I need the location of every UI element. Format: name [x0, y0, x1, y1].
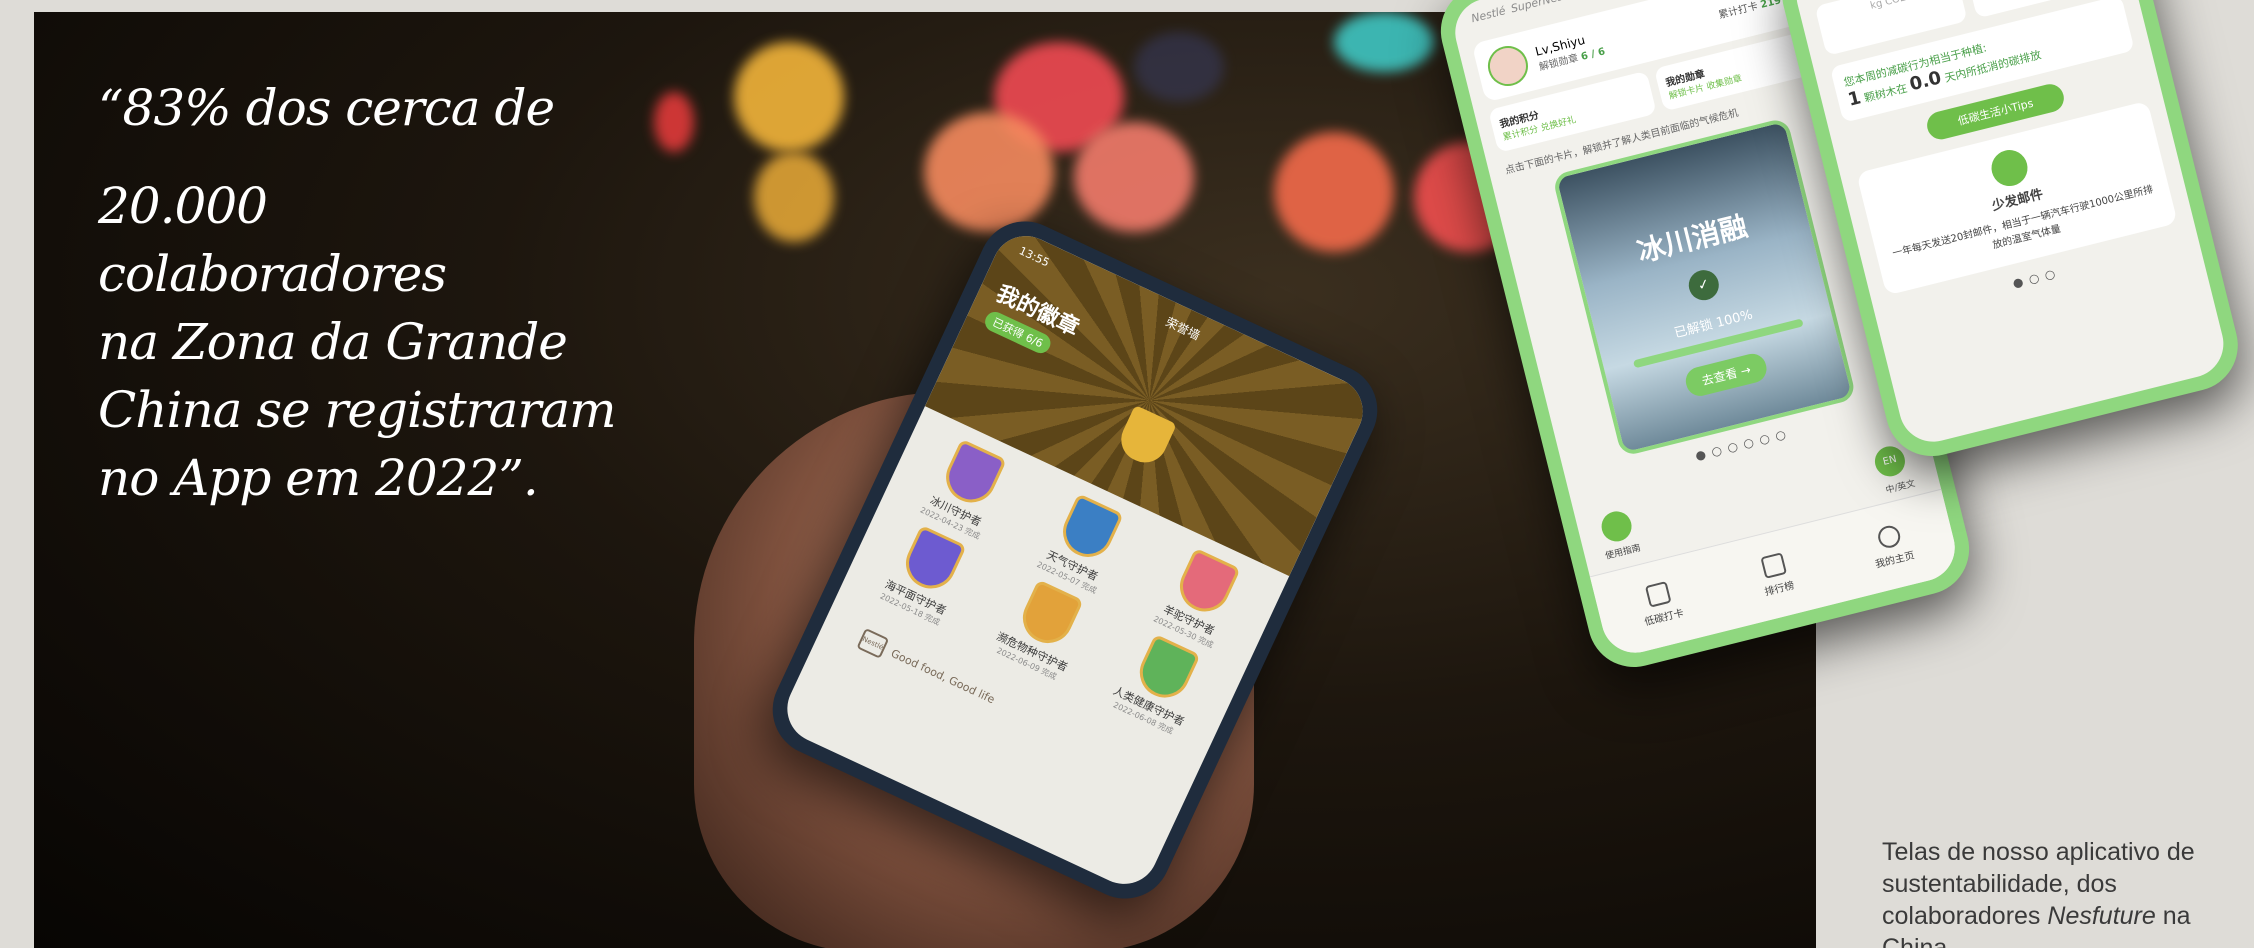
guide-button[interactable]: 使用指南 [1595, 508, 1642, 562]
bokeh-light [1334, 12, 1434, 72]
unlock-value: 6 / 6 [1579, 45, 1607, 63]
mail-icon [1987, 146, 2032, 190]
tip-card: 少发邮件 一年每天发送20封邮件，相当于一辆汽车行驶1000公里所排放的温室气体… [1856, 100, 2178, 296]
bokeh-light [924, 112, 1054, 232]
tab-checkin[interactable]: 低碳打卡 [1636, 579, 1685, 628]
tab-label: 排行榜 [1763, 580, 1796, 599]
quote-line: no App em 2022”. [98, 449, 539, 507]
language-button[interactable]: EN [1871, 443, 1909, 480]
quote-text: “83% dos cerca de 20.000 colaboradores n… [98, 74, 618, 512]
bokeh-light [754, 152, 834, 242]
bokeh-light [1134, 32, 1224, 102]
nestle-logo: Nestlé [1469, 4, 1507, 26]
quote-line: na Zona da Grande [98, 313, 568, 371]
caption-italic: Nesfuture [2047, 902, 2156, 930]
bokeh-light [734, 42, 844, 152]
checkin-label: 累计打卡 [1717, 0, 1759, 21]
tab-label: 我的主页 [1874, 550, 1916, 571]
caption: Telas de nosso aplicativo de sustentabil… [1882, 836, 2222, 948]
quote-line: China se registraram [98, 381, 617, 439]
co2-unit: kg CO2 [1869, 0, 1908, 12]
trophy-icon [1114, 404, 1177, 470]
guide-icon [1598, 508, 1635, 545]
language-label: 中/英文 [1884, 479, 1917, 497]
tab-profile[interactable]: 我的主页 [1867, 521, 1916, 571]
tab-ranking[interactable]: 排行榜 [1756, 551, 1796, 599]
bokeh-light [1274, 132, 1394, 252]
check-icon: ✓ [1685, 266, 1722, 304]
checkin-icon [1644, 581, 1672, 608]
user-icon [1875, 523, 1903, 551]
tab-label: 低碳打卡 [1643, 607, 1685, 629]
eq-trees: 1 [1845, 87, 1864, 111]
view-button[interactable]: 去查看 → [1682, 350, 1770, 399]
checkin-value: 219 [1759, 0, 1783, 11]
bokeh-light [654, 92, 694, 152]
quote-line: 20.000 colaboradores [98, 177, 447, 303]
glacier-card[interactable]: 冰川消融 ✓ 已解锁 100% 去查看 → [1551, 117, 1857, 458]
bokeh-light [1074, 122, 1194, 232]
eq-trees-unit: 颗树木在 [1862, 81, 1909, 105]
quote-line: “83% dos cerca de [98, 79, 555, 137]
nestle-logo: Nestlé [856, 627, 890, 659]
podium-icon [1760, 552, 1788, 579]
guide-label: 使用指南 [1604, 543, 1642, 562]
avatar [1483, 41, 1533, 91]
